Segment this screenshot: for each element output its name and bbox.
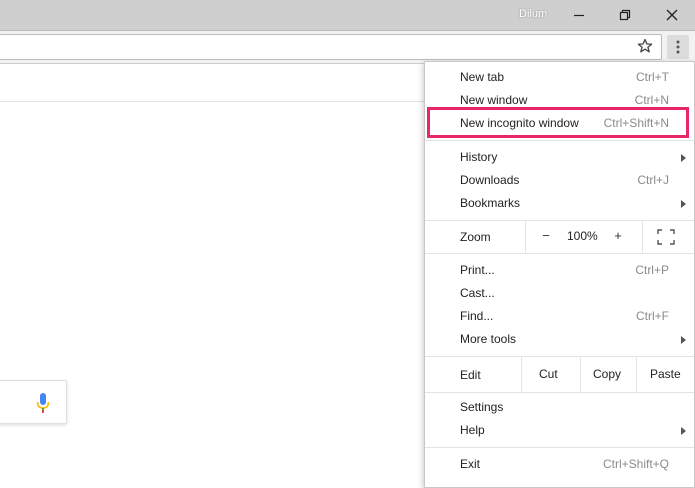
menu-item-print[interactable]: Print... Ctrl+P [425,259,694,282]
highlight-box [427,107,689,138]
microphone-icon[interactable] [36,392,50,414]
zoom-out-button[interactable]: − [540,228,552,243]
menu-item-settings[interactable]: Settings [425,396,694,419]
browser-toolbar [0,31,695,64]
address-bar[interactable] [0,34,662,60]
minimize-icon [574,14,584,17]
submenu-arrow-icon [681,427,686,435]
chrome-menu-button[interactable] [667,35,689,59]
edit-row: Edit Cut Copy Paste [425,357,694,392]
menu-separator [425,392,694,393]
search-box[interactable] [0,380,67,424]
close-button[interactable] [649,0,695,30]
zoom-row: Zoom − 100% + [425,220,694,253]
edit-divider [580,357,581,392]
close-icon [666,9,678,21]
menu-item-exit[interactable]: Exit Ctrl+Shift+Q [425,453,694,476]
restore-icon [619,9,631,21]
paste-button[interactable]: Paste [650,367,681,381]
fullscreen-icon[interactable] [657,229,675,245]
menu-item-new-tab[interactable]: New tab Ctrl+T [425,66,694,89]
menu-item-cast[interactable]: Cast... [425,282,694,305]
menu-item-downloads[interactable]: Downloads Ctrl+J [425,169,694,192]
submenu-arrow-icon [681,154,686,162]
star-icon [637,38,653,53]
menu-item-find[interactable]: Find... Ctrl+F [425,305,694,328]
copy-button[interactable]: Copy [593,367,621,381]
zoom-divider [525,220,526,253]
minimize-button[interactable] [556,0,602,30]
edit-label: Edit [460,368,481,382]
restore-button[interactable] [602,0,648,30]
profile-name[interactable]: Dilum [519,8,547,20]
menu-separator [425,140,694,141]
page-header-area [0,64,430,102]
edit-divider [521,357,522,392]
cut-button[interactable]: Cut [539,367,558,381]
menu-separator [425,447,694,448]
menu-separator [425,253,694,254]
menu-item-more-tools[interactable]: More tools [425,328,694,351]
menu-item-bookmarks[interactable]: Bookmarks [425,192,694,215]
menu-item-history[interactable]: History [425,146,694,169]
submenu-arrow-icon [681,336,686,344]
bookmark-star-button[interactable] [637,38,655,56]
submenu-arrow-icon [681,200,686,208]
zoom-level: 100% [567,229,598,243]
zoom-divider [642,220,643,253]
zoom-in-button[interactable]: + [612,228,624,243]
edit-divider [636,357,637,392]
title-bar: Dilum [0,0,695,31]
kebab-menu-icon [676,40,680,54]
menu-item-help[interactable]: Help [425,419,694,442]
zoom-label: Zoom [460,230,491,244]
